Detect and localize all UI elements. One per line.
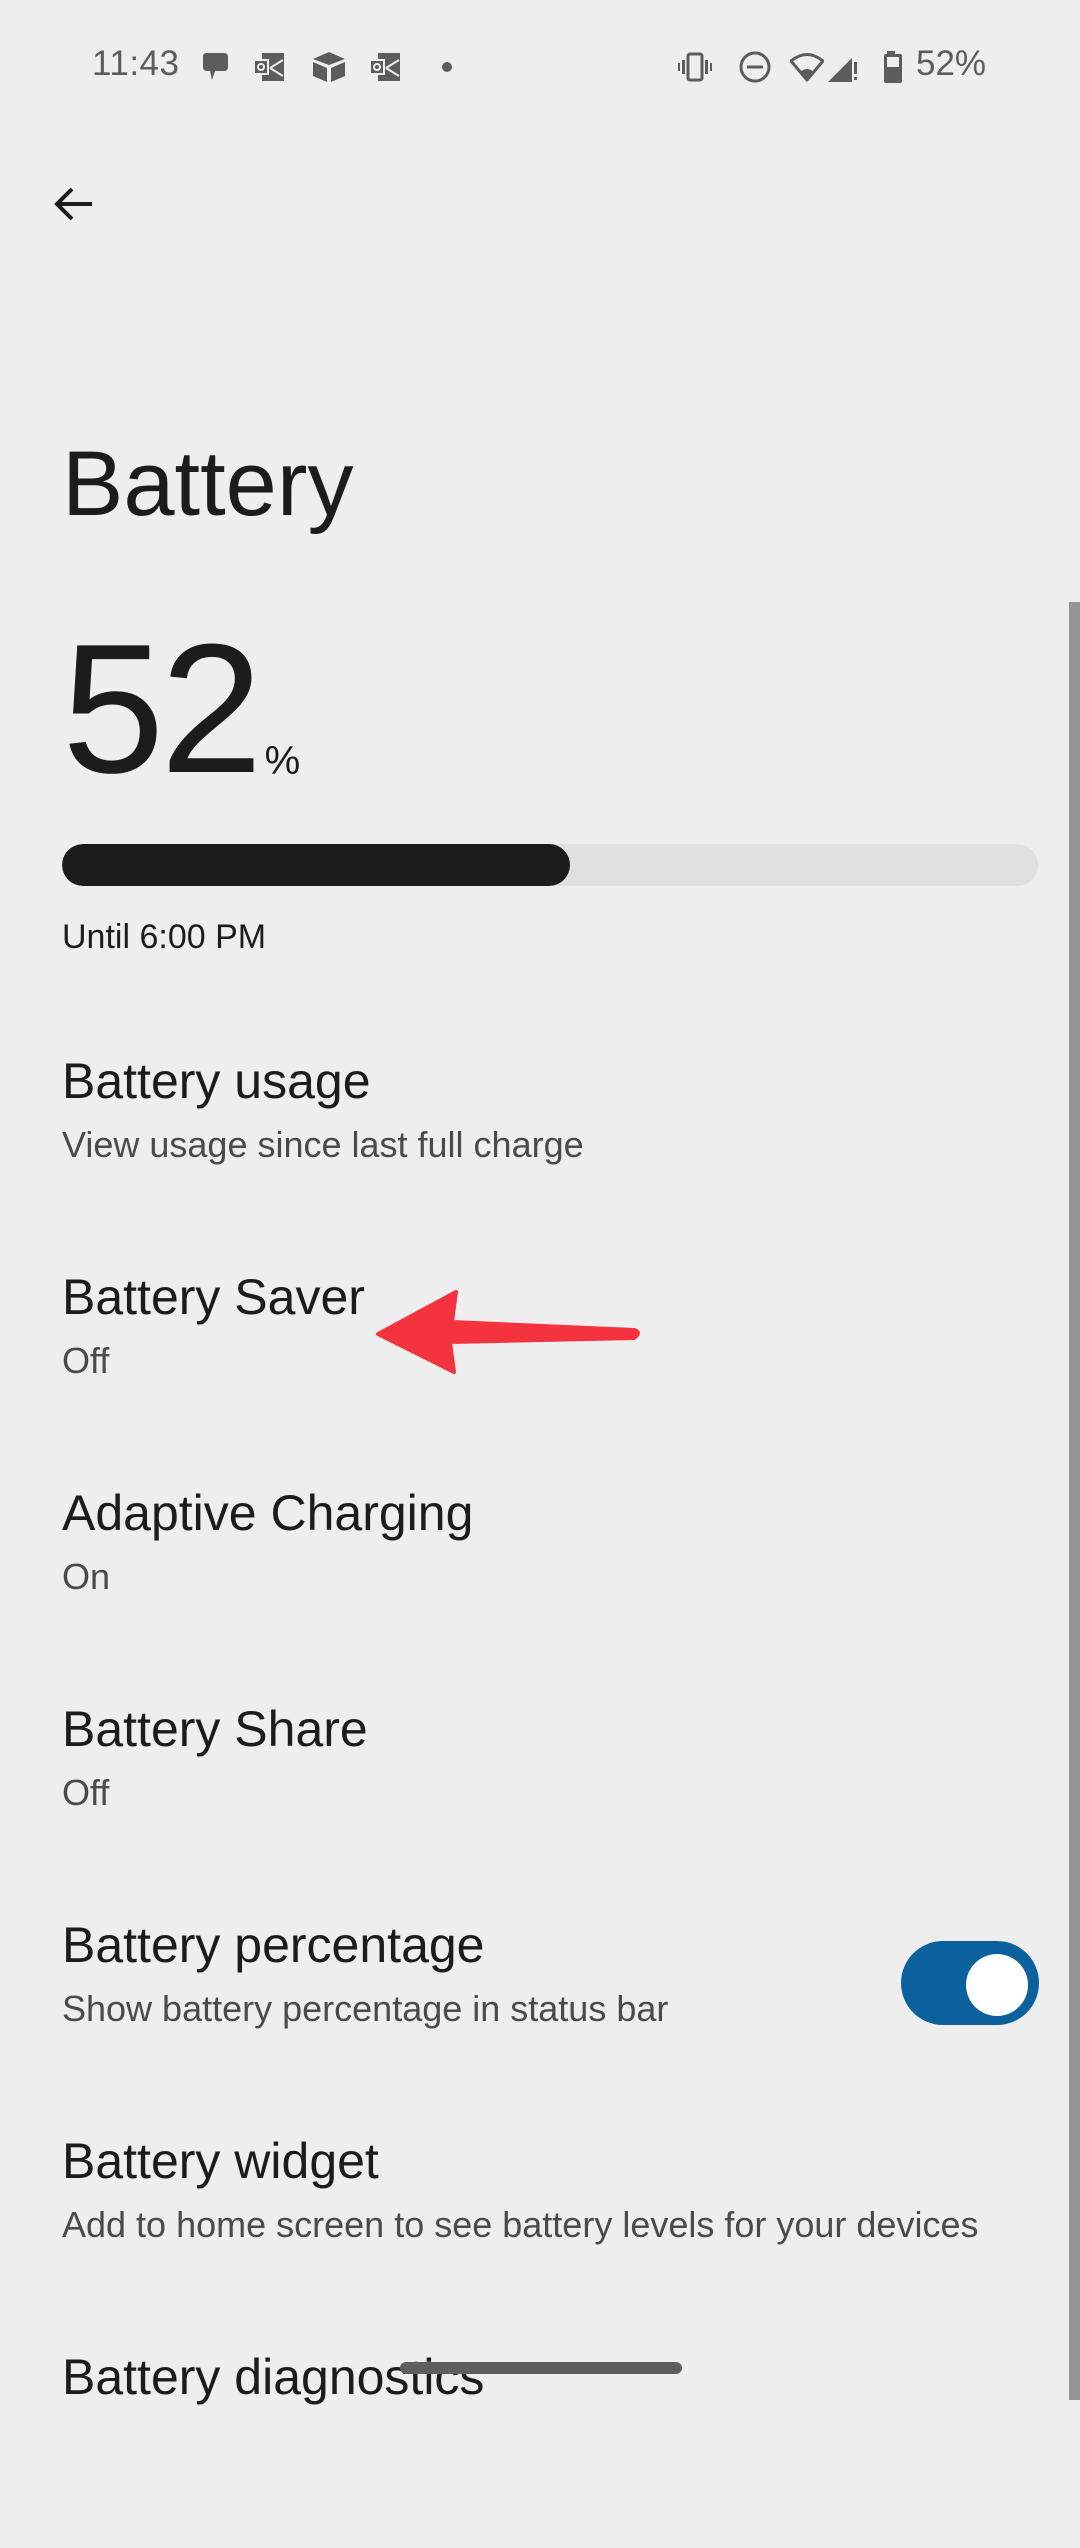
- status-battery-percent: 52%: [916, 44, 987, 83]
- outlook-icon: [252, 50, 286, 84]
- pref-summary: Off: [62, 1340, 110, 1381]
- back-button[interactable]: [40, 170, 108, 238]
- battery-level-value: 52: [62, 605, 263, 811]
- pref-title: Battery Saver: [62, 1269, 365, 1325]
- battery-level: 52 %: [62, 605, 301, 811]
- arrow-left-icon: [54, 187, 92, 221]
- wifi-icon: [790, 50, 824, 84]
- pref-battery-usage[interactable]: Battery usage View usage since last full…: [0, 1052, 1060, 1252]
- status-bar: 11:43 52%: [0, 0, 1080, 130]
- pref-battery-widget[interactable]: Battery widget Add to home screen to see…: [0, 2132, 1060, 2332]
- pref-summary: Show battery percentage in status bar: [62, 1988, 669, 2029]
- pref-title: Battery Share: [62, 1701, 368, 1757]
- pref-summary: On: [62, 1556, 111, 1597]
- cellular-no-signal-icon: [826, 50, 860, 84]
- messages-icon: [198, 50, 232, 84]
- status-time: 11:43: [92, 44, 180, 83]
- pref-summary: View usage since last full charge: [62, 1124, 584, 1165]
- package-icon: [312, 50, 346, 84]
- pref-summary: Off: [62, 1772, 110, 1813]
- battery-level-unit: %: [264, 739, 301, 783]
- pref-title: Battery usage: [62, 1053, 371, 1109]
- battery-estimate: Until 6:00 PM: [62, 918, 267, 956]
- battery-icon: [876, 50, 910, 84]
- page-title: Battery: [62, 433, 354, 535]
- battery-level-meter-fill: [62, 844, 570, 886]
- more-notifications-dot: [430, 50, 464, 84]
- toggle-thumb: [966, 1954, 1028, 2016]
- pref-battery-percentage[interactable]: Battery percentage Show battery percenta…: [0, 1916, 860, 2116]
- gesture-navigation-handle[interactable]: [400, 2362, 682, 2374]
- pref-adaptive-charging[interactable]: Adaptive Charging On: [0, 1484, 1060, 1684]
- outlook-icon: [368, 50, 402, 84]
- pref-battery-diagnostics[interactable]: Battery diagnostics: [0, 2348, 1060, 2548]
- do-not-disturb-icon: [738, 50, 772, 84]
- pref-title: Battery widget: [62, 2133, 379, 2189]
- vibrate-icon: [678, 50, 712, 84]
- pref-summary: Add to home screen to see battery levels…: [62, 2204, 979, 2245]
- pref-title: Battery percentage: [62, 1917, 485, 1973]
- scrollbar-thumb[interactable]: [1069, 602, 1080, 2400]
- pref-title: Adaptive Charging: [62, 1485, 474, 1541]
- pref-title: Battery diagnostics: [62, 2349, 485, 2405]
- pref-battery-saver[interactable]: Battery Saver Off: [0, 1268, 1060, 1468]
- pref-battery-share[interactable]: Battery Share Off: [0, 1700, 1060, 1900]
- battery-percentage-toggle[interactable]: [901, 1941, 1039, 2025]
- battery-level-meter: [62, 844, 1038, 886]
